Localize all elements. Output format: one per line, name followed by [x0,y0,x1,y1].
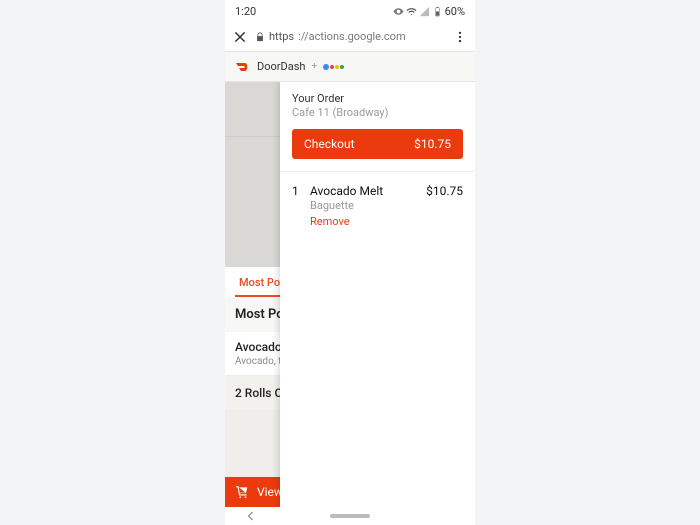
phone-frame: 1:20 60% https://actions.google.com Door… [225,0,475,525]
wifi-icon [406,6,417,17]
cart-panel: Your Order Cafe 11 (Broadway) Checkout $… [280,82,475,507]
battery-percent: 60% [445,5,465,18]
plus-label: + [311,61,317,72]
brand-name: DoorDash [257,60,305,73]
remove-button[interactable]: Remove [310,215,416,228]
browser-url-bar: https://actions.google.com [225,22,475,52]
cart-item: 1 Avocado Melt Baguette Remove $10.75 [280,172,475,240]
your-order-label: Your Order [292,92,463,105]
home-pill[interactable] [330,514,370,518]
url-text[interactable]: https://actions.google.com [255,30,445,43]
content-area: Most Popu Most Po Avocado Avocado, tomat… [225,82,475,507]
brand-bar: DoorDash + [225,52,475,82]
battery-icon [432,6,443,17]
cart-item-name: Avocado Melt [310,184,416,198]
doordash-logo-icon [235,62,251,72]
back-icon[interactable] [245,510,257,522]
checkout-label: Checkout [304,137,355,151]
checkout-total: $10.75 [414,137,451,151]
cart-icon [235,485,249,499]
lock-icon [255,32,265,42]
close-icon[interactable] [233,30,247,44]
google-assistant-icon [323,64,344,70]
status-bar: 1:20 60% [225,0,475,22]
more-icon[interactable] [453,30,467,44]
cart-header: Your Order Cafe 11 (Broadway) Checkout $… [280,82,475,172]
restaurant-name: Cafe 11 (Broadway) [292,106,463,119]
cart-item-qty: 1 [292,184,300,228]
status-time: 1:20 [235,5,256,18]
cart-item-price: $10.75 [426,184,463,228]
status-right: 60% [393,5,465,18]
menu-item-title: 2 Rolls C [235,386,282,400]
eye-icon [393,6,404,17]
android-nav-bar [225,507,475,525]
cart-item-option: Baguette [310,199,416,212]
signal-icon [419,6,430,17]
checkout-button[interactable]: Checkout $10.75 [292,129,463,159]
